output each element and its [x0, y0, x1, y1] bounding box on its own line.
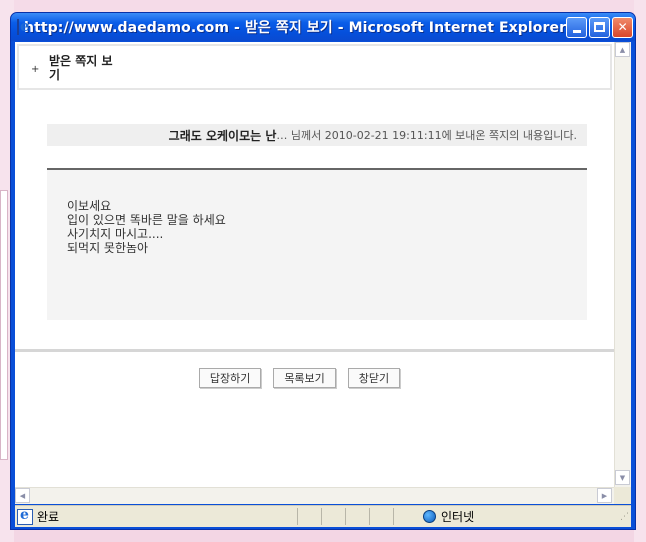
scroll-down-button[interactable]: ▼ [615, 470, 630, 485]
background-page-top [14, 0, 634, 12]
status-text: 완료 [37, 510, 60, 524]
status-segment [297, 508, 321, 525]
page-title: 받은 쪽지 보기 [49, 54, 113, 82]
minimize-icon [572, 29, 581, 33]
vertical-scrollbar[interactable]: ▲ ▼ [614, 42, 631, 487]
sender-ellipsis: … [276, 128, 288, 142]
maximize-button[interactable] [589, 16, 611, 38]
action-buttons: 답장하기 목록보기 창닫기 [15, 368, 614, 388]
page-viewport: + 받은 쪽지 보기 그래도 오케이모는 난 … 님께서 2010-02-21 … [15, 42, 614, 487]
status-bar: 완료 인터넷 ⋰ [15, 505, 631, 527]
horizontal-scrollbar[interactable]: ◀ ▶ [15, 487, 614, 504]
status-segment [321, 508, 345, 525]
security-zone[interactable]: 인터넷 [423, 508, 474, 525]
browser-window: http://www.daedamo.com - 받은 쪽지 보기 - Micr… [10, 12, 636, 530]
close-window-button[interactable]: 창닫기 [347, 368, 401, 388]
zone-label: 인터넷 [441, 510, 475, 524]
browser-content: + 받은 쪽지 보기 그래도 오케이모는 난 … 님께서 2010-02-21 … [15, 42, 631, 504]
sender-name[interactable]: 그래도 오케이모는 난 [169, 127, 277, 144]
message-info-text: 님께서 2010-02-21 19:11:11에 보내온 쪽지의 내용입니다. [287, 129, 577, 142]
close-icon: ✕ [617, 20, 628, 34]
maximize-icon [594, 22, 606, 32]
arrow-left-icon: ◀ [19, 491, 26, 500]
page-header: + 받은 쪽지 보기 [17, 44, 612, 90]
scroll-right-button[interactable]: ▶ [597, 488, 612, 503]
status-segment [393, 508, 417, 525]
scroll-left-button[interactable]: ◀ [15, 488, 30, 503]
message-line: 입이 있으면 똑바른 말을 하세요 [67, 213, 226, 227]
plus-icon: + [31, 64, 40, 75]
list-button[interactable]: 목록보기 [273, 368, 336, 388]
status-segment [345, 508, 369, 525]
message-line: 사기치지 마시고.... [67, 227, 164, 241]
scrollbar-corner [614, 487, 631, 504]
close-button[interactable]: ✕ [612, 16, 634, 38]
arrow-up-icon: ▲ [619, 45, 626, 54]
background-page-panel [0, 190, 8, 460]
message-line: 되먹지 못한놈아 [67, 241, 149, 255]
arrow-right-icon: ▶ [601, 491, 608, 500]
divider-light [15, 349, 614, 352]
message-line: 이보세요 [67, 199, 112, 213]
scroll-up-button[interactable]: ▲ [615, 42, 630, 57]
ie-icon[interactable] [17, 17, 30, 35]
arrow-down-icon: ▼ [619, 473, 626, 482]
resize-grip-icon[interactable]: ⋰ [620, 512, 629, 522]
window-controls: ✕ [566, 16, 634, 38]
globe-icon [423, 510, 436, 523]
reply-button[interactable]: 답장하기 [198, 368, 262, 388]
page-done-icon [17, 507, 33, 525]
message-body: 이보세요 입이 있으면 똑바른 말을 하세요 사기치지 마시고.... 되먹지 … [47, 170, 587, 320]
title-bar[interactable]: http://www.daedamo.com - 받은 쪽지 보기 - Micr… [11, 13, 635, 41]
minimize-button[interactable] [566, 16, 588, 38]
message-info-bar: 그래도 오케이모는 난 … 님께서 2010-02-21 19:11:11에 보… [47, 124, 587, 146]
window-title: http://www.daedamo.com - 받은 쪽지 보기 - Micr… [24, 20, 567, 36]
status-segment [369, 508, 393, 525]
